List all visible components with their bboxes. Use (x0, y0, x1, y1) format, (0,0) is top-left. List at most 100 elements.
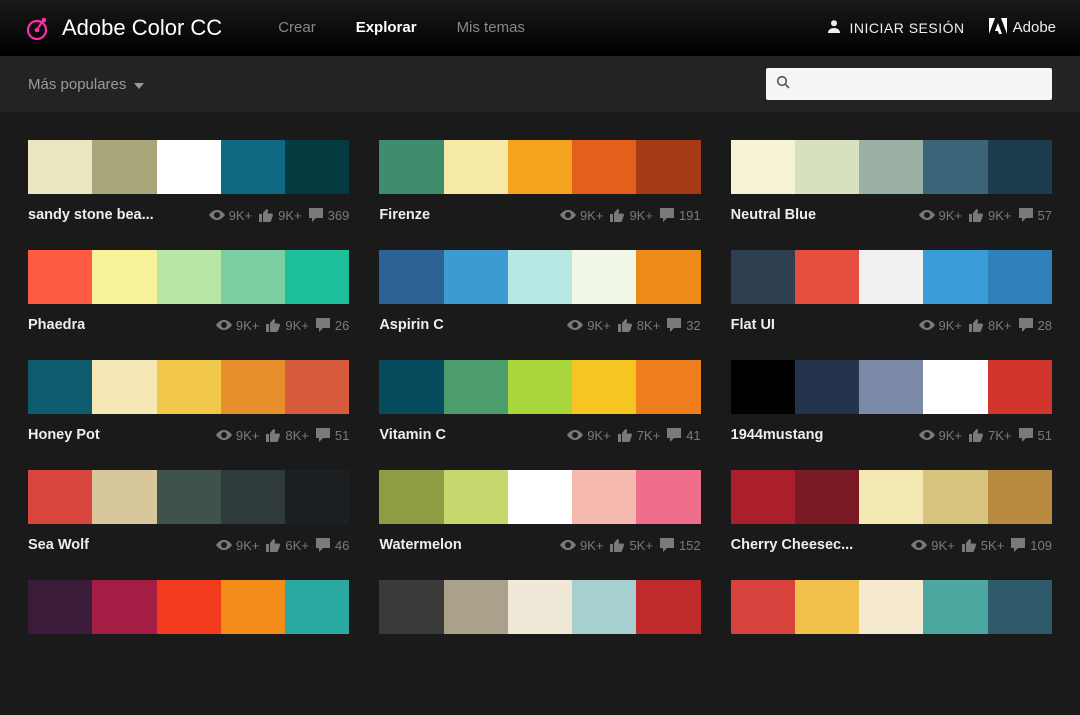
palette-title[interactable]: Vitamin C (379, 427, 446, 443)
swatch (859, 360, 923, 414)
stat-likes[interactable]: 9K+ (265, 317, 309, 333)
palette-swatches[interactable] (379, 140, 700, 194)
adobe-label: Adobe (1013, 19, 1056, 36)
stat-likes[interactable]: 5K+ (609, 537, 653, 553)
stat-value: 8K+ (285, 428, 309, 443)
palette-swatches[interactable] (731, 250, 1052, 304)
eye-icon (919, 427, 935, 443)
swatch (988, 140, 1052, 194)
palette-title[interactable]: Flat UI (731, 317, 775, 333)
stat-value: 191 (679, 208, 701, 223)
stat-views[interactable]: 9K+ (216, 427, 260, 443)
palette-swatches[interactable] (28, 360, 349, 414)
stat-likes[interactable]: 8K+ (265, 427, 309, 443)
thumbs-up-icon (265, 317, 281, 333)
stat-views[interactable]: 9K+ (560, 537, 604, 553)
thumbs-up-icon (968, 427, 984, 443)
palette-swatches[interactable] (379, 470, 700, 524)
palette-title[interactable]: Sea Wolf (28, 537, 89, 553)
palette-swatches[interactable] (28, 140, 349, 194)
swatch (636, 580, 700, 634)
brand[interactable]: Adobe Color CC (24, 15, 222, 41)
palette-swatches[interactable] (731, 580, 1052, 634)
search-input[interactable] (798, 76, 1042, 92)
stat-comments[interactable]: 32 (666, 317, 700, 333)
swatch (285, 580, 349, 634)
stat-value: 8K+ (988, 318, 1012, 333)
stat-comments[interactable]: 57 (1018, 207, 1052, 223)
search-box[interactable] (766, 68, 1052, 100)
stat-views[interactable]: 9K+ (209, 207, 253, 223)
stat-views[interactable]: 9K+ (911, 537, 955, 553)
palette-stats: 9K+ 5K+ 152 (560, 537, 701, 553)
stat-comments[interactable]: 41 (666, 427, 700, 443)
palette-swatches[interactable] (379, 250, 700, 304)
stat-views[interactable]: 9K+ (919, 207, 963, 223)
stat-value: 9K+ (580, 208, 604, 223)
stat-views[interactable]: 9K+ (567, 427, 611, 443)
palette-swatches[interactable] (28, 470, 349, 524)
stat-comments[interactable]: 191 (659, 207, 701, 223)
stat-comments[interactable]: 26 (315, 317, 349, 333)
palette-title[interactable]: 1944mustang (731, 427, 824, 443)
stat-likes[interactable]: 6K+ (265, 537, 309, 553)
palette-title[interactable]: Aspirin C (379, 317, 443, 333)
stat-likes[interactable]: 8K+ (968, 317, 1012, 333)
palette-swatches[interactable] (28, 250, 349, 304)
swatch (221, 580, 285, 634)
nav-create[interactable]: Crear (278, 19, 316, 36)
palette-title[interactable]: Neutral Blue (731, 207, 816, 223)
palette-swatches[interactable] (379, 580, 700, 634)
palette-swatches[interactable] (731, 360, 1052, 414)
swatch (923, 250, 987, 304)
thumbs-up-icon (968, 207, 984, 223)
stat-likes[interactable]: 7K+ (968, 427, 1012, 443)
palette-swatches[interactable] (28, 580, 349, 634)
stat-likes[interactable]: 5K+ (961, 537, 1005, 553)
stat-value: 9K+ (587, 428, 611, 443)
swatch (636, 250, 700, 304)
stat-comments[interactable]: 152 (659, 537, 701, 553)
stat-likes[interactable]: 8K+ (617, 317, 661, 333)
palette-title[interactable]: Phaedra (28, 317, 85, 333)
palette-meta: Flat UI 9K+ 8K+ 28 (731, 304, 1052, 346)
stat-likes[interactable]: 9K+ (968, 207, 1012, 223)
adobe-link[interactable]: Adobe (989, 18, 1056, 38)
palette-title[interactable]: Watermelon (379, 537, 461, 553)
comment-icon (666, 317, 682, 333)
palette-swatches[interactable] (731, 140, 1052, 194)
stat-likes[interactable]: 7K+ (617, 427, 661, 443)
stat-views[interactable]: 9K+ (216, 317, 260, 333)
stat-views[interactable]: 9K+ (919, 427, 963, 443)
stat-value: 9K+ (939, 428, 963, 443)
palette-title[interactable]: sandy stone bea... (28, 207, 154, 223)
nav-explore[interactable]: Explorar (356, 19, 417, 36)
stat-views[interactable]: 9K+ (560, 207, 604, 223)
nav-mythemes[interactable]: Mis temas (457, 19, 525, 36)
stat-likes[interactable]: 9K+ (258, 207, 302, 223)
swatch (572, 250, 636, 304)
comment-icon (315, 317, 331, 333)
palette-title[interactable]: Honey Pot (28, 427, 100, 443)
sort-dropdown[interactable]: Más populares (28, 76, 144, 93)
stat-comments[interactable]: 109 (1010, 537, 1052, 553)
stat-comments[interactable]: 51 (315, 427, 349, 443)
palette-swatches[interactable] (731, 470, 1052, 524)
stat-comments[interactable]: 51 (1018, 427, 1052, 443)
stat-value: 6K+ (285, 538, 309, 553)
stat-views[interactable]: 9K+ (919, 317, 963, 333)
palette-title[interactable]: Firenze (379, 207, 430, 223)
stat-views[interactable]: 9K+ (216, 537, 260, 553)
stat-comments[interactable]: 28 (1018, 317, 1052, 333)
stat-views[interactable]: 9K+ (567, 317, 611, 333)
palette-stats: 9K+ 5K+ 109 (911, 537, 1052, 553)
search-icon (776, 75, 790, 94)
palette-swatches[interactable] (379, 360, 700, 414)
stat-likes[interactable]: 9K+ (609, 207, 653, 223)
stat-comments[interactable]: 369 (308, 207, 350, 223)
stat-comments[interactable]: 46 (315, 537, 349, 553)
stat-value: 5K+ (981, 538, 1005, 553)
signin-button[interactable]: INICIAR SESIÓN (827, 19, 964, 36)
palette-title[interactable]: Cherry Cheesec... (731, 537, 854, 553)
palette-card: 1944mustang 9K+ 7K+ 51 (731, 360, 1052, 456)
